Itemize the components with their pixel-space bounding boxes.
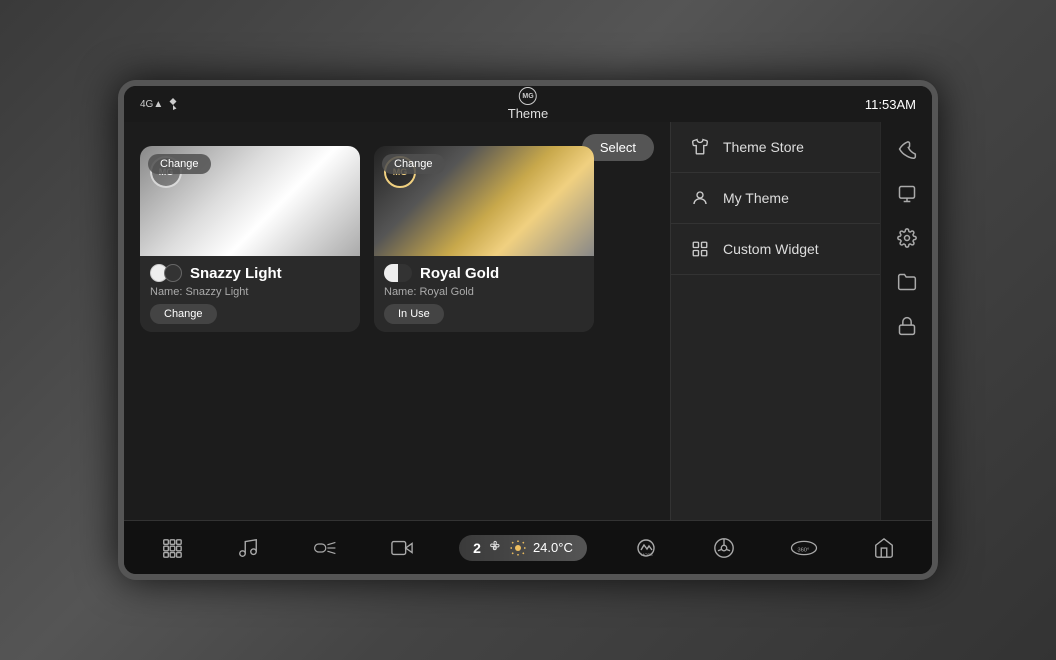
status-bar: 4G▲ MG Theme 11:53AM [124,86,932,122]
sidebar-lock-icon[interactable] [887,306,927,346]
sun-icon [509,539,527,557]
snazzy-indicator: Snazzy Light [150,264,350,282]
sidebar-media-icon[interactable] [887,174,927,214]
change-snazzy-bottom-button[interactable]: Change [150,304,217,324]
infotainment-screen: 4G▲ MG Theme 11:53AM Select Change [118,80,938,580]
mg-logo: MG [519,87,537,105]
my-theme-label: My Theme [723,190,789,206]
home-button[interactable] [865,533,903,563]
bottom-bar: 2 24.0°C MODE [124,520,932,574]
headlights-button[interactable] [305,533,345,563]
circles [150,264,182,282]
menu-item-theme-store[interactable]: Theme Store [671,122,880,173]
camera-360-icon: 360° [789,537,819,559]
snazzy-light-name: Snazzy Light [190,265,282,282]
sidebar-folder-icon[interactable] [887,262,927,302]
camera-360-button[interactable]: 360° [781,533,827,563]
status-icons: 11:53AM [865,97,916,112]
custom-widget-label: Custom Widget [723,241,819,257]
bluetooth-icon [167,97,179,111]
theme-store-icon [689,136,711,158]
fan-icon [487,540,503,556]
custom-widget-icon [689,238,711,260]
climate-display[interactable]: 2 24.0°C [459,535,587,561]
royal-indicator: Royal Gold [384,264,584,282]
circle-dark [164,264,182,282]
right-menu: Theme Store My Theme [670,122,880,520]
cards-grid: Change MG Snazzy Light Name: Snazzy Lig [140,146,654,332]
steering-button[interactable] [705,533,743,563]
fan-speed: 2 [473,540,481,556]
theme-store-label: Theme Store [723,139,804,155]
apps-button[interactable] [153,533,191,563]
theme-card-snazzy-light: Change MG Snazzy Light Name: Snazzy Lig [140,146,360,332]
signal-icon: 4G▲ [140,99,163,110]
change-snazzy-light-button[interactable]: Change [148,154,211,174]
half-circles [384,264,412,282]
cards-area: Select Change MG Snazzy Lig [124,122,670,520]
svg-text:MODE: MODE [641,552,653,557]
sidebar-settings-icon[interactable] [887,218,927,258]
music-button[interactable] [229,533,267,563]
camera-button[interactable] [383,533,421,563]
snazzy-light-meta: Name: Snazzy Light [150,286,350,298]
menu-item-custom-widget[interactable]: Custom Widget [671,224,880,275]
change-royal-gold-button[interactable]: Change [382,154,445,174]
drive-mode-button[interactable]: MODE [625,533,667,563]
icon-sidebar [880,122,932,520]
in-use-button[interactable]: In Use [384,304,444,324]
half-left [384,264,398,282]
my-theme-icon [689,187,711,209]
screen-title: Theme [508,106,548,121]
menu-item-my-theme[interactable]: My Theme [671,173,880,224]
svg-text:360°: 360° [797,547,809,553]
royal-gold-meta: Name: Royal Gold [384,286,584,298]
main-content: Select Change MG Snazzy Lig [124,122,932,520]
royal-gold-name: Royal Gold [420,265,499,282]
royal-gold-info: Royal Gold Name: Royal Gold In Use [374,256,594,332]
time-display: 11:53AM [865,97,916,112]
theme-card-royal-gold: Change MG Royal Gold Name: Royal Gold [374,146,594,332]
half-right [398,264,412,282]
drive-mode-icon: MODE [633,537,659,559]
snazzy-light-info: Snazzy Light Name: Snazzy Light Change [140,256,360,332]
temperature-display: 24.0°C [533,540,573,555]
status-bar-center: MG Theme [508,87,548,121]
sidebar-phone-icon[interactable] [887,130,927,170]
